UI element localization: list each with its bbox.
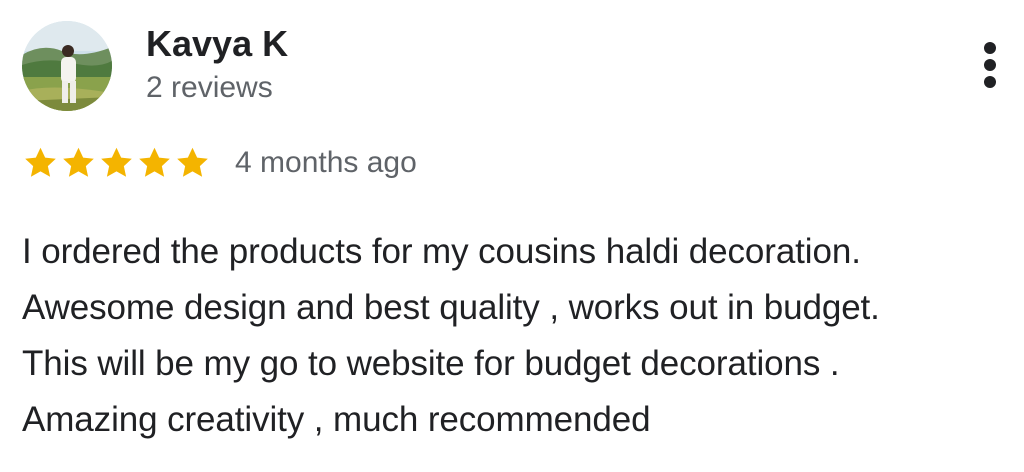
reviewer-name[interactable]: Kavya K [146, 22, 288, 66]
review-count[interactable]: 2 reviews [146, 68, 273, 108]
review-date: 4 months ago [235, 146, 417, 179]
star-icon [136, 145, 173, 181]
star-rating [22, 145, 211, 181]
review-card: Kavya K 2 reviews 4 months ago I ordered… [0, 0, 1024, 472]
more-vertical-icon-dot [984, 42, 996, 54]
avatar[interactable] [22, 21, 112, 111]
rating-row: 4 months ago [22, 140, 417, 186]
avatar-photo [22, 21, 112, 111]
review-text: I ordered the products for my cousins ha… [22, 224, 1022, 448]
more-vertical-icon-dot [984, 59, 996, 71]
star-icon [22, 145, 59, 181]
more-options-button[interactable] [970, 38, 1010, 92]
star-icon [174, 145, 211, 181]
more-vertical-icon-dot [984, 76, 996, 88]
review-text-line: This will be my go to website for budget… [22, 344, 840, 383]
review-text-line: I ordered the products for my cousins ha… [22, 232, 861, 271]
review-text-line: Awesome design and best quality , works … [22, 288, 880, 327]
review-text-line: Amazing creativity , much recommended [22, 400, 651, 439]
star-icon [98, 145, 135, 181]
star-icon [60, 145, 97, 181]
